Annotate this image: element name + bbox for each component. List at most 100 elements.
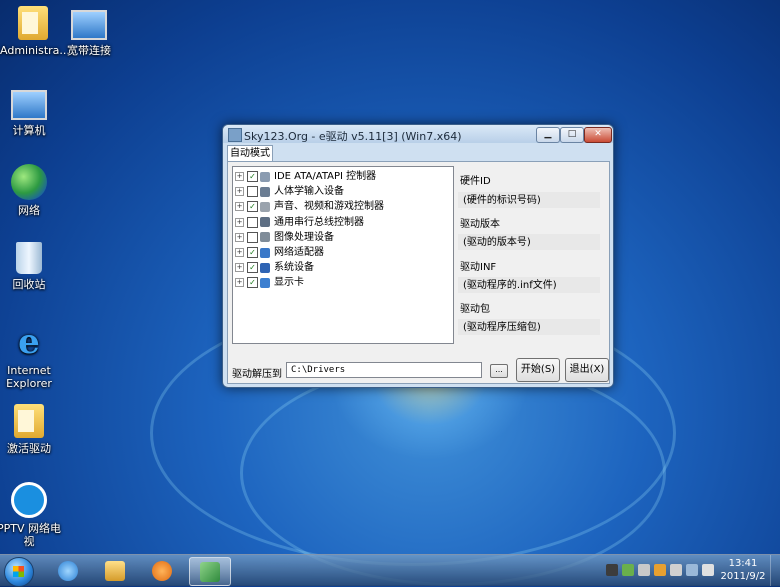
- device-category-icon: [260, 186, 270, 197]
- desktop-icon-internet-explorer[interactable]: e Internet Explorer: [0, 324, 62, 390]
- keyboard-icon[interactable]: [606, 564, 618, 576]
- folder-icon: [14, 404, 44, 438]
- network-status-icon[interactable]: [670, 564, 682, 576]
- tab-panel: + ✓ IDE ATA/ATAPI 控制器 + 人体学输入设备 + ✓ 声音、视频和游戏控制器…: [227, 161, 610, 384]
- device-category-icon: [260, 232, 270, 243]
- tree-item-label: 声音、视频和游戏控制器: [274, 201, 384, 213]
- computer-icon: [11, 90, 47, 120]
- tree-item[interactable]: + ✓ 网络适配器: [235, 245, 324, 260]
- tree-item-checkbox[interactable]: ✓: [247, 247, 258, 258]
- tree-item-checkbox[interactable]: ✓: [247, 171, 258, 182]
- exit-button[interactable]: 退出(X): [565, 358, 609, 382]
- recycle-bin-icon: [16, 242, 42, 274]
- tree-item[interactable]: + 图像处理设备: [235, 230, 334, 245]
- extract-path-input[interactable]: [286, 362, 482, 378]
- taskbar-e-driver[interactable]: [189, 557, 231, 586]
- flag-icon[interactable]: [638, 564, 650, 576]
- usb-icon[interactable]: [654, 564, 666, 576]
- tree-item-label: 图像处理设备: [274, 231, 334, 243]
- tree-item-checkbox[interactable]: ✓: [247, 262, 258, 274]
- taskbar-media-player[interactable]: [142, 557, 182, 584]
- driver-inf-value: (驱动程序的.inf文件): [458, 277, 600, 293]
- tree-item-checkbox[interactable]: [247, 231, 258, 243]
- tree-item-checkbox[interactable]: ✓: [247, 201, 258, 213]
- tray-app-icon[interactable]: [622, 564, 634, 576]
- app-icon: [228, 128, 242, 142]
- tree-item[interactable]: + ✓ 显示卡: [235, 275, 304, 290]
- extract-to-label: 驱动解压到: [232, 369, 282, 380]
- taskbar-internet-explorer[interactable]: [48, 557, 88, 584]
- device-tree[interactable]: + ✓ IDE ATA/ATAPI 控制器 + 人体学输入设备 + ✓ 声音、视频和游戏控制器…: [232, 166, 454, 344]
- tree-item-checkbox[interactable]: ✓: [247, 277, 258, 289]
- taskbar-explorer[interactable]: [95, 557, 135, 584]
- tree-item[interactable]: + 人体学输入设备: [235, 184, 344, 199]
- minimize-button[interactable]: ▁: [536, 127, 560, 143]
- tree-item-label: 人体学输入设备: [274, 186, 344, 198]
- device-category-icon: [260, 217, 270, 228]
- tree-item[interactable]: + ✓ 声音、视频和游戏控制器: [235, 199, 384, 214]
- tree-item-checkbox[interactable]: [247, 216, 258, 228]
- expand-icon[interactable]: +: [235, 202, 244, 212]
- start-button[interactable]: 开始(S): [516, 358, 560, 382]
- expand-icon[interactable]: +: [235, 248, 244, 257]
- expand-icon[interactable]: +: [235, 172, 244, 181]
- desktop-icon-label: 宽带连接: [67, 44, 111, 57]
- desktop-icon-label: PPTV 网络电视: [0, 522, 61, 548]
- internet-explorer-icon: [58, 561, 78, 581]
- device-category-icon: [260, 247, 270, 258]
- desktop-icon-label: 网络: [18, 204, 40, 217]
- maximize-button[interactable]: □: [560, 127, 584, 143]
- tree-item-checkbox[interactable]: [247, 186, 258, 198]
- tree-item-label: 网络适配器: [274, 247, 324, 258]
- tab-auto-mode[interactable]: 自动模式: [227, 145, 273, 161]
- tree-item[interactable]: + ✓ 系统设备: [235, 260, 314, 275]
- desktop-icon-activate-driver[interactable]: 激活驱动: [0, 404, 62, 455]
- browse-button[interactable]: ...: [490, 364, 508, 378]
- monitor-icon[interactable]: [686, 564, 698, 576]
- start-button[interactable]: [4, 557, 34, 587]
- expand-icon[interactable]: +: [235, 263, 244, 273]
- network-icon: [11, 164, 47, 200]
- internet-explorer-icon: e: [18, 322, 40, 362]
- tree-item-label: 系统设备: [274, 262, 314, 274]
- device-category-icon: [260, 201, 270, 212]
- close-button[interactable]: ✕: [584, 127, 612, 143]
- wallpaper-swoosh: [240, 360, 666, 586]
- expand-icon[interactable]: +: [235, 278, 244, 288]
- tree-item[interactable]: + 通用串行总线控制器: [235, 215, 364, 230]
- expand-icon[interactable]: +: [235, 187, 244, 197]
- driver-pack-label: 驱动包: [460, 304, 490, 315]
- show-desktop-button[interactable]: [770, 555, 780, 586]
- desktop-icon-network[interactable]: 网络: [0, 164, 62, 217]
- driver-inf-label: 驱动INF: [460, 262, 497, 273]
- tree-item-label: 通用串行总线控制器: [274, 216, 364, 228]
- expand-icon[interactable]: +: [235, 217, 244, 227]
- taskbar: 13:41 2011/9/2: [0, 554, 780, 587]
- volume-icon[interactable]: [702, 564, 714, 576]
- device-category-icon: [260, 171, 270, 182]
- device-category-icon: [260, 262, 270, 273]
- taskbar-clock[interactable]: 13:41 2011/9/2: [718, 557, 768, 583]
- desktop-icon-recycle-bin[interactable]: 回收站: [0, 242, 62, 291]
- desktop-icon-pptv[interactable]: PPTV 网络电视: [0, 482, 62, 548]
- desktop-icon-label: 激活驱动: [7, 442, 51, 455]
- e-driver-window: Sky123.Org - e驱动 v5.11[3] (Win7.x64) ▁ □…: [222, 124, 614, 388]
- hardware-id-label: 硬件ID: [460, 176, 491, 187]
- pptv-icon: [11, 482, 47, 518]
- user-folder-icon: [18, 6, 48, 40]
- driver-version-label: 驱动版本: [460, 219, 500, 230]
- tree-item[interactable]: + ✓ IDE ATA/ATAPI 控制器: [235, 169, 376, 184]
- desktop-icon-label: 计算机: [12, 124, 46, 137]
- window-titlebar[interactable]: Sky123.Org - e驱动 v5.11[3] (Win7.x64) ▁ □…: [223, 125, 613, 143]
- media-player-icon: [152, 561, 172, 581]
- explorer-icon: [105, 561, 125, 581]
- hardware-id-value: (硬件的标识号码): [458, 192, 600, 208]
- broadband-connection-icon: [71, 10, 107, 40]
- desktop-icon-computer[interactable]: 计算机: [0, 86, 62, 137]
- device-category-icon: [260, 277, 270, 288]
- desktop-icon-broadband[interactable]: 宽带连接: [56, 6, 122, 57]
- desktop-icon-label: Internet Explorer: [6, 364, 52, 390]
- tree-item-label: IDE ATA/ATAPI 控制器: [274, 171, 377, 182]
- expand-icon[interactable]: +: [235, 232, 244, 242]
- e-driver-icon: [200, 562, 220, 582]
